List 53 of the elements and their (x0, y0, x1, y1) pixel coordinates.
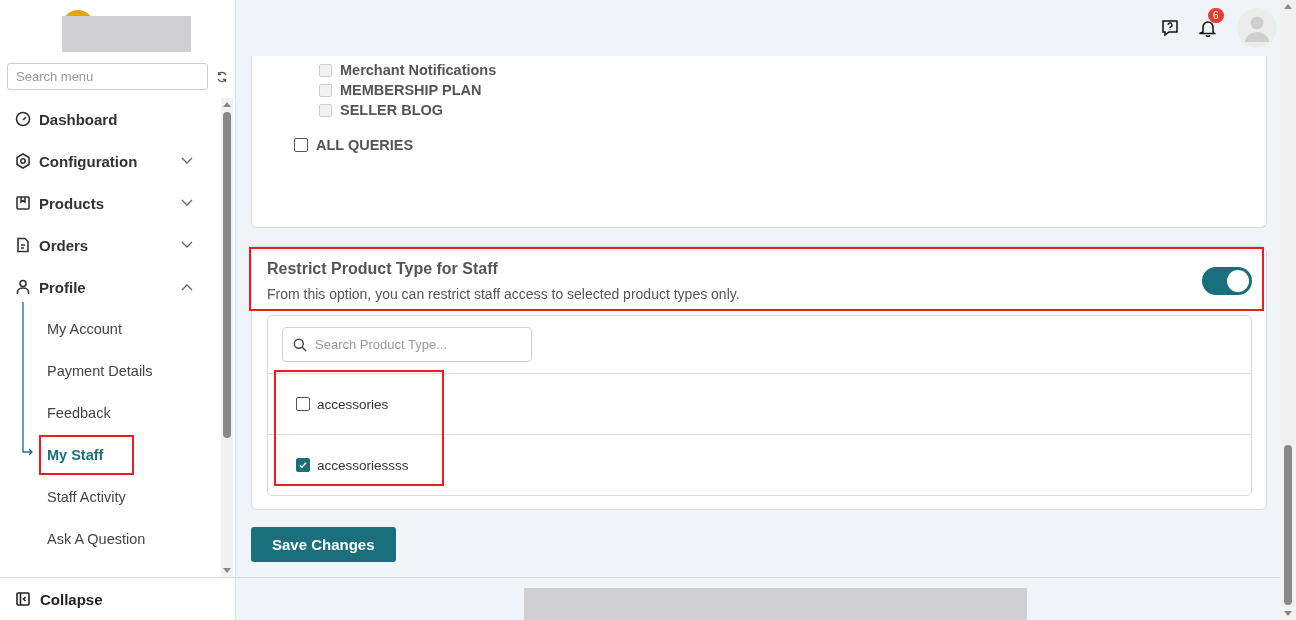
menu-item[interactable]: Dashboard (0, 98, 221, 140)
checkbox[interactable] (296, 397, 310, 411)
hexagon-icon (15, 153, 31, 169)
collapse-icon (16, 592, 30, 606)
checkbox-label: accessories (317, 396, 389, 412)
checkmark-icon (298, 460, 308, 470)
collapse-label: Collapse (40, 590, 103, 608)
person-icon (15, 279, 31, 295)
notification-badge: 6 (1208, 8, 1224, 23)
help-icon[interactable] (1161, 19, 1179, 37)
menu-item[interactable]: Orders (0, 224, 221, 266)
submenu-item[interactable]: Staff Activity (47, 476, 126, 518)
search-field[interactable]: Search Product Type... (282, 327, 532, 362)
submenu-item[interactable]: Feedback (47, 392, 111, 434)
submenu-item[interactable]: Ask A Question (47, 518, 146, 560)
scroll-thumb[interactable] (1284, 445, 1292, 605)
menu-item[interactable]: Profile (0, 266, 221, 308)
search-icon (293, 338, 307, 352)
section-title: Restrict Product Type for Staff (267, 260, 499, 278)
search-field[interactable]: Search menu (7, 63, 208, 90)
scrollbar[interactable] (1280, 0, 1296, 620)
scroll-up-icon[interactable] (1284, 3, 1292, 9)
menu-item[interactable]: Products (0, 182, 221, 224)
bookmark-icon (15, 195, 31, 211)
menu-item[interactable]: Configuration (0, 140, 221, 182)
checkbox-label: ALL QUERIES (316, 137, 414, 153)
checkbox[interactable] (294, 138, 308, 152)
menu-label: Products (39, 194, 105, 212)
checkbox-label: accessoriessss (317, 457, 409, 473)
submenu-item[interactable]: Payment Details (47, 350, 153, 392)
submenu-item[interactable]: My Account (47, 308, 122, 350)
toggle-switch[interactable] (1202, 267, 1252, 295)
scroll-down-icon[interactable] (1284, 611, 1292, 617)
document-icon (15, 237, 31, 253)
menu-label: Profile (39, 278, 87, 296)
menu-label: Dashboard (39, 110, 119, 128)
checkbox-label: Merchant Notifications (340, 62, 497, 78)
collapse-button[interactable]: Collapse (0, 577, 235, 620)
bell-icon[interactable] (1199, 19, 1217, 37)
scroll-up-icon[interactable] (223, 101, 231, 107)
scroll-down-icon[interactable] (223, 568, 231, 574)
menu-label: Orders (39, 236, 90, 254)
refresh-icon[interactable] (216, 70, 228, 83)
menu-label: Configuration (39, 152, 139, 170)
submenu-item[interactable]: My Staff (47, 434, 104, 476)
save-button[interactable]: Save Changes (251, 527, 396, 562)
section-description: From this option, you can restrict staff access to selected product types only. (267, 286, 741, 302)
gauge-icon (15, 111, 31, 127)
checkbox-label: SELLER BLOG (340, 102, 444, 118)
scroll-thumb[interactable] (223, 112, 231, 438)
checkbox-label: MEMBERSHIP PLAN (340, 82, 482, 98)
checkbox[interactable] (296, 458, 310, 472)
scrollbar[interactable] (221, 98, 233, 577)
